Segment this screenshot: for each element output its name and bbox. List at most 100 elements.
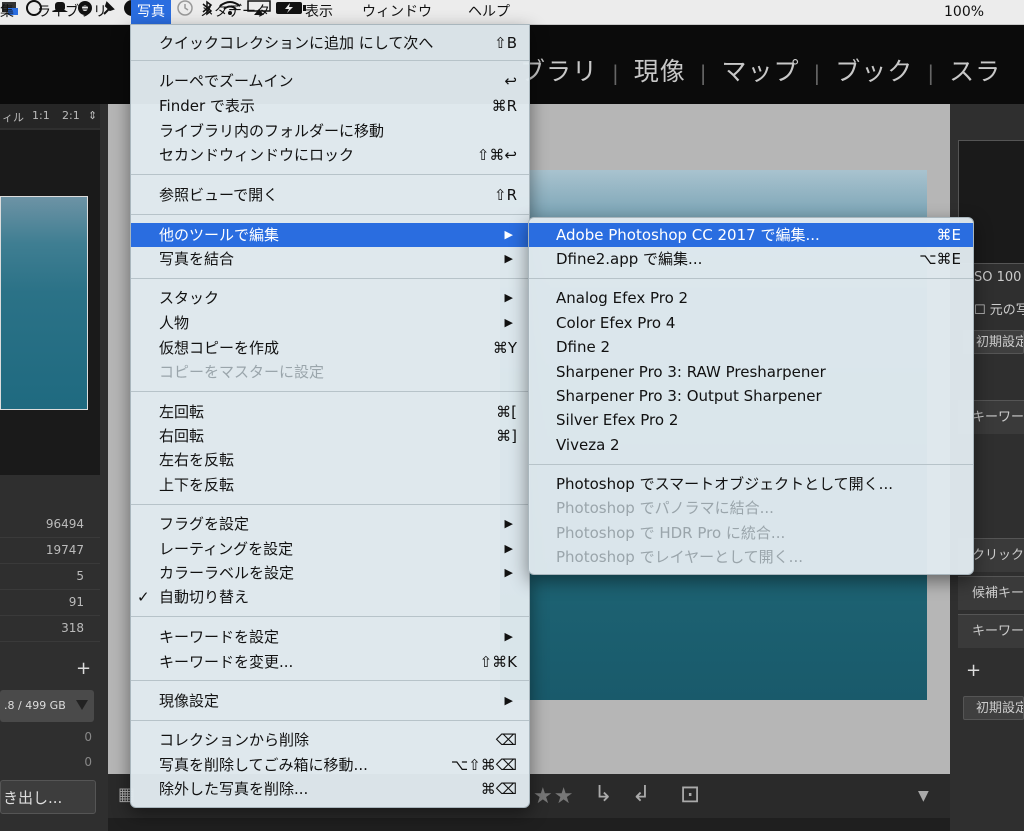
menu-item-set-rating[interactable]: レーティングを設定 ▶ <box>131 537 529 561</box>
module-develop[interactable]: 現像 <box>634 52 686 88</box>
submenu-item-raw-presharpener[interactable]: Sharpener Pro 3: RAW Presharpener <box>529 360 973 384</box>
module-map[interactable]: マップ <box>722 52 800 88</box>
menu-edit[interactable]: 集 <box>0 0 20 24</box>
stat-previous-export[interactable]: 318 <box>0 616 100 642</box>
menu-item-set-copy-as-master: コピーをマスターに設定 <box>159 363 325 381</box>
menu-help[interactable]: ヘルプ <box>462 0 516 24</box>
menu-item-flip-vertical[interactable]: 上下を反転 <box>131 473 529 497</box>
menu-item-rotate-left[interactable]: 左回転 ⌘[ <box>131 400 529 424</box>
stat-previous-import[interactable]: 91 <box>0 590 100 616</box>
defaults-button-2[interactable]: 初期設定 <box>963 696 1024 720</box>
menu-item-set-color-label[interactable]: カラーラベルを設定 ▶ <box>131 561 529 585</box>
menu-item-change-keywords[interactable]: キーワードを変更... ⇧⌘K <box>131 650 529 674</box>
submenu-arrow-icon: ▶ <box>504 316 513 329</box>
menu-item-flip-horizontal[interactable]: 左右を反転 <box>131 448 529 472</box>
menu-item-remove-from-collection[interactable]: コレクションから削除 ⌫ <box>131 728 529 752</box>
menu-item-people[interactable]: 人物 ▶ <box>131 311 529 335</box>
battery-percent: 100% <box>944 4 985 20</box>
menu-separator <box>131 680 529 681</box>
menu-item-create-virtual-copy[interactable]: 仮想コピーを作成 ⌘Y <box>131 336 529 360</box>
menu-window[interactable]: ウィンドウ <box>356 0 438 24</box>
disk-volume-label: .8 / 499 GB <box>4 699 66 712</box>
module-separator: | <box>927 61 936 85</box>
submenu-item-edit-dfine2[interactable]: Dfine2.app で編集... ⌥⌘E <box>529 247 973 271</box>
menu-separator <box>529 278 973 279</box>
menu-separator <box>131 214 529 215</box>
menu-item-delete-rejected[interactable]: 除外した写真を削除... ⌘⌫ <box>131 777 529 801</box>
menu-item-show-in-finder[interactable]: Finder で表示 ⌘R <box>131 94 529 118</box>
rotate-left-icon[interactable]: ↳ <box>594 782 612 807</box>
add-keyword-icon[interactable]: + <box>966 660 981 681</box>
menu-item-lock-second-window[interactable]: セカンドウィンドウにロック ⇧⌘↩ <box>131 143 529 167</box>
rating-stars[interactable]: ★★ <box>533 784 574 809</box>
submenu-item-edit-photoshop[interactable]: Adobe Photoshop CC 2017 で編集... ⌘E <box>529 223 973 247</box>
menu-view[interactable]: 表示 <box>299 0 339 24</box>
submenu-item-merge-panorama: Photoshop でパノラマに結合... <box>556 499 774 517</box>
add-folder-icon[interactable]: + <box>76 658 91 679</box>
module-separator: | <box>813 61 822 85</box>
menu-photo[interactable]: 写真 <box>131 0 171 24</box>
menu-separator <box>131 504 529 505</box>
iso-readout: SO 100 <box>974 270 1022 285</box>
menu-library[interactable]: ライブラリ <box>31 0 113 24</box>
menu-item-loupe-zoom[interactable]: ルーペでズームイン ↩ <box>131 69 529 93</box>
menu-item-set-flag[interactable]: フラグを設定 ▶ <box>131 512 529 536</box>
navigator-header: ィル 1:1 2:1 ⇕ <box>0 104 100 128</box>
navigator-zoom-stepper-icon[interactable]: ⇕ <box>88 109 97 122</box>
submenu-item-analog-efex[interactable]: Analog Efex Pro 2 <box>529 286 973 310</box>
menu-metadata[interactable]: メタデータ <box>194 0 276 24</box>
menu-item-edit-in[interactable]: 他のツールで編集 ▶ <box>131 223 529 247</box>
submenu-item-dfine[interactable]: Dfine 2 <box>529 335 973 359</box>
module-slideshow[interactable]: スラ <box>949 52 1001 88</box>
rotate-right-icon[interactable]: ↲ <box>632 782 650 807</box>
submenu-arrow-icon: ▶ <box>504 566 513 579</box>
keyword-suggestions-header[interactable]: 候補キー <box>958 576 1024 610</box>
edit-in-submenu: Adobe Photoshop CC 2017 で編集... ⌘E Dfine2.… <box>528 217 974 575</box>
menu-item-auto-advance[interactable]: ✓ 自動切り替え <box>131 585 529 609</box>
submenu-item-output-sharpener[interactable]: Sharpener Pro 3: Output Sharpener <box>529 384 973 408</box>
menu-item-open-reference-view[interactable]: 参照ビューで開く ⇧R <box>131 183 529 207</box>
submenu-item-viveza[interactable]: Viveza 2 <box>529 433 973 457</box>
navigator-fit[interactable]: ィル <box>2 109 24 125</box>
menu-item-rotate-right[interactable]: 右回転 ⌘] <box>131 424 529 448</box>
menu-item-go-to-folder[interactable]: ライブラリ内のフォルダーに移動 <box>131 119 529 143</box>
disk-dropdown-icon <box>76 700 88 710</box>
submenu-arrow-icon: ▶ <box>504 694 513 707</box>
menu-item-develop-settings[interactable]: 現像設定 ▶ <box>131 689 529 713</box>
menu-item-delete-to-trash[interactable]: 写真を削除してごみ箱に移動... ⌥⇧⌘⌫ <box>131 753 529 777</box>
module-book[interactable]: ブック <box>835 52 913 88</box>
menu-item-set-keyword[interactable]: キーワードを設定 ▶ <box>131 625 529 649</box>
submenu-arrow-icon: ▶ <box>504 228 513 241</box>
submenu-arrow-icon: ▶ <box>504 542 513 555</box>
export-button[interactable]: き出し... <box>0 780 96 814</box>
disk-volume[interactable]: .8 / 499 GB <box>0 690 94 722</box>
checkbox-icon: ☐ <box>974 303 990 318</box>
stat-all-synced[interactable]: 19747 <box>0 538 100 564</box>
toolbar-dropdown-icon[interactable]: ▼ <box>918 788 929 804</box>
menu-separator <box>131 174 529 175</box>
folder-count: 0 <box>84 755 92 769</box>
menu-separator <box>131 720 529 721</box>
stat-quick-collection[interactable]: 5 <box>0 564 100 590</box>
menu-separator <box>131 278 529 279</box>
time-machine-icon[interactable] <box>175 0 195 16</box>
module-library[interactable]: ブラリ <box>520 52 598 88</box>
stat-all-photos[interactable]: 96494 <box>0 512 100 538</box>
menu-item-stacking[interactable]: スタック ▶ <box>131 286 529 310</box>
module-separator: | <box>612 61 620 85</box>
submenu-item-silver-efex[interactable]: Silver Efex Pro 2 <box>529 408 973 432</box>
menu-separator <box>131 391 529 392</box>
navigator-2-1[interactable]: 2:1 <box>62 109 80 122</box>
menu-item-add-quick-collection[interactable]: クイックコレクションに追加 にして次へ ⇧B <box>131 31 529 55</box>
original-photo-checkbox[interactable]: ☐ 元の写 <box>974 299 1024 318</box>
submenu-arrow-icon: ▶ <box>504 517 513 530</box>
menu-item-photo-merge[interactable]: 写真を結合 ▶ <box>131 247 529 271</box>
original-photo-label: 元の写 <box>989 303 1024 318</box>
people-view-icon[interactable]: ⊡ <box>680 780 700 808</box>
submenu-item-open-smart-object[interactable]: Photoshop でスマートオブジェクトとして開く... <box>529 472 973 496</box>
menu-separator <box>131 60 529 61</box>
navigator-1-1[interactable]: 1:1 <box>32 109 50 122</box>
navigator-preview[interactable] <box>0 130 100 475</box>
submenu-item-color-efex[interactable]: Color Efex Pro 4 <box>529 311 973 335</box>
keyword-set-header[interactable]: キーワー <box>958 614 1024 648</box>
